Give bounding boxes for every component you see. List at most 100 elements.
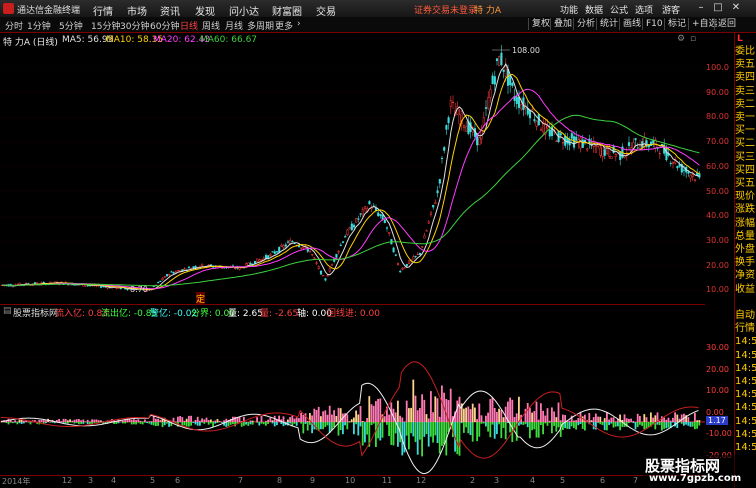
side-panel-item: 现价 (735, 190, 756, 203)
side-panel-item: 卖五 (735, 58, 756, 71)
menu-zixun[interactable]: 资讯 (160, 3, 180, 18)
side-panel-item: 14:56 (735, 415, 756, 428)
tab-fenshi[interactable]: 分时 (5, 19, 23, 32)
side-panel-item: 买四 (735, 164, 756, 177)
f10-button[interactable]: F10 (642, 18, 666, 30)
tab-monthly[interactable]: 月线 (225, 19, 243, 32)
current-value-badge: 1.17 (706, 416, 728, 425)
date-tick-label: 9 (310, 476, 315, 485)
indicator-chart[interactable] (0, 317, 705, 475)
side-panel-item: 买五 (735, 177, 756, 190)
tab-15min[interactable]: 15分钟 (91, 19, 120, 32)
side-panel-item: 14:56 (735, 388, 756, 401)
ma60-line (2, 115, 699, 285)
date-tick-label: 10 (345, 476, 355, 485)
menu-xuanxiang[interactable]: 选项 (635, 3, 653, 16)
date-tick-label: 12 (62, 476, 72, 485)
side-panel-item: 总量 (735, 230, 756, 243)
price-tick-label: 50.00 (706, 187, 729, 196)
side-panel-item: 行情 (735, 322, 756, 335)
side-panel-item: 14:56 (735, 375, 756, 388)
date-tick-label: 11 (382, 476, 392, 485)
huaxian-button[interactable]: 画线 (619, 18, 644, 30)
tab-60min[interactable]: 60分钟 (150, 19, 179, 32)
date-tick-label: 12 (416, 476, 426, 485)
side-panel-item: 卖四 (735, 71, 756, 84)
price-tick-label: 20.00 (706, 261, 729, 270)
price-tick-label: 100.0 (706, 63, 729, 72)
pin-icon[interactable]: ▫ (690, 34, 696, 44)
side-panel-item: 换手 (735, 256, 756, 269)
menu-hangqing[interactable]: 行情 (93, 3, 113, 18)
price-tick-label: 70.00 (706, 137, 729, 146)
menu-shuju[interactable]: 数据 (585, 3, 603, 16)
indicator-tick-label: 10.00 (706, 386, 729, 395)
tab-5min[interactable]: 5分钟 (59, 19, 83, 32)
tab-30min[interactable]: 30分钟 (120, 19, 149, 32)
side-panel-item: 卖三 (735, 85, 756, 98)
side-panel-item: 涨幅 (735, 217, 756, 230)
flow-bars (1, 380, 700, 457)
indicator-switch-icon[interactable]: ▤ (3, 306, 12, 316)
red-envelope-line (1, 362, 698, 458)
side-panel-item: 收益 (735, 283, 756, 296)
biaoji-button[interactable]: 标记 (664, 18, 689, 30)
watermark-url: www.7gpzb.com (649, 473, 741, 484)
indicator-tick-label: 20.00 (706, 365, 729, 374)
tab-1min[interactable]: 1分钟 (27, 19, 51, 32)
date-tick-label: 7 (238, 476, 243, 485)
side-panel-item (735, 296, 756, 309)
menu-jiaoyi[interactable]: 交易 (316, 3, 336, 18)
side-panel-item: 自动 (735, 309, 756, 322)
price-tick-label: 90.00 (706, 88, 729, 97)
tab-multiperiod[interactable]: 多周期 (247, 19, 274, 32)
menu-shichang[interactable]: 市场 (127, 3, 147, 18)
back-button[interactable]: 返回 (714, 18, 739, 30)
side-panel-item: 卖二 (735, 98, 756, 111)
close-icon[interactable]: ✕ (730, 2, 742, 14)
title-bar: 通达信金融终端 行情 市场 资讯 发现 问小达 财富圈 交易 证券交易未登录 特… (0, 0, 756, 18)
menu-caifuquan[interactable]: 财富圈 (272, 3, 302, 18)
indicator-grid (0, 358, 705, 466)
app-logo-icon (3, 3, 14, 14)
settings-gear-icon[interactable]: ⚙ (677, 34, 685, 44)
menu-faxian[interactable]: 发现 (195, 3, 215, 18)
side-panel-item: 委比 (735, 45, 756, 58)
menu-youke[interactable]: 游客 (662, 3, 680, 16)
indicator-tick-label: -10.00 (706, 429, 732, 438)
high-price-marker: 108.00 (512, 46, 540, 55)
more-chevron-icon[interactable]: › (297, 19, 301, 29)
level-mark: L (737, 34, 743, 44)
side-panel-item: 外盘 (735, 243, 756, 256)
menu-gongneng[interactable]: 功能 (560, 3, 578, 16)
indicator-tick-label: 30.00 (706, 343, 729, 352)
menu-gongshi[interactable]: 公式 (610, 3, 628, 16)
minimize-icon[interactable]: – (695, 2, 707, 14)
date-tick-label: 4 (111, 476, 116, 485)
date-tick-label: 4 (530, 476, 535, 485)
candlesticks (1, 45, 700, 292)
fenxi-button[interactable]: 分析 (573, 18, 598, 30)
price-tick-label: 80.00 (706, 112, 729, 121)
side-panel-item: 14:56 (735, 441, 756, 454)
date-tick-label: 6 (175, 476, 180, 485)
price-tick-label: 10.00 (706, 285, 729, 294)
maximize-icon[interactable]: □ (712, 2, 724, 14)
tab-weekly[interactable]: 周线 (202, 19, 220, 32)
tab-daily[interactable]: 日线 (180, 19, 198, 32)
side-panel-item: 净资 (735, 269, 756, 282)
diejia-button[interactable]: 叠加 (550, 18, 575, 30)
side-panel-item: 14:56 (735, 335, 756, 348)
period-toolbar: 分时 1分钟 5分钟 15分钟 30分钟 60分钟 日线 周线 月线 多周期 更… (0, 17, 756, 33)
tab-more[interactable]: 更多 (275, 19, 293, 32)
date-tick-label: 2 (470, 476, 475, 485)
date-tick-label: 8 (277, 476, 282, 485)
tongji-button[interactable]: 统计 (596, 18, 621, 30)
side-panel-item: 买三 (735, 151, 756, 164)
date-tick-label: 3 (88, 476, 93, 485)
menu-wenxiaoda[interactable]: 问小达 (229, 3, 259, 18)
price-grid (0, 68, 705, 290)
kline-chart[interactable]: 108.00 8.70 (0, 45, 705, 303)
date-tick-label: 7 (633, 476, 638, 485)
login-notice[interactable]: 证券交易未登录 (414, 3, 477, 16)
